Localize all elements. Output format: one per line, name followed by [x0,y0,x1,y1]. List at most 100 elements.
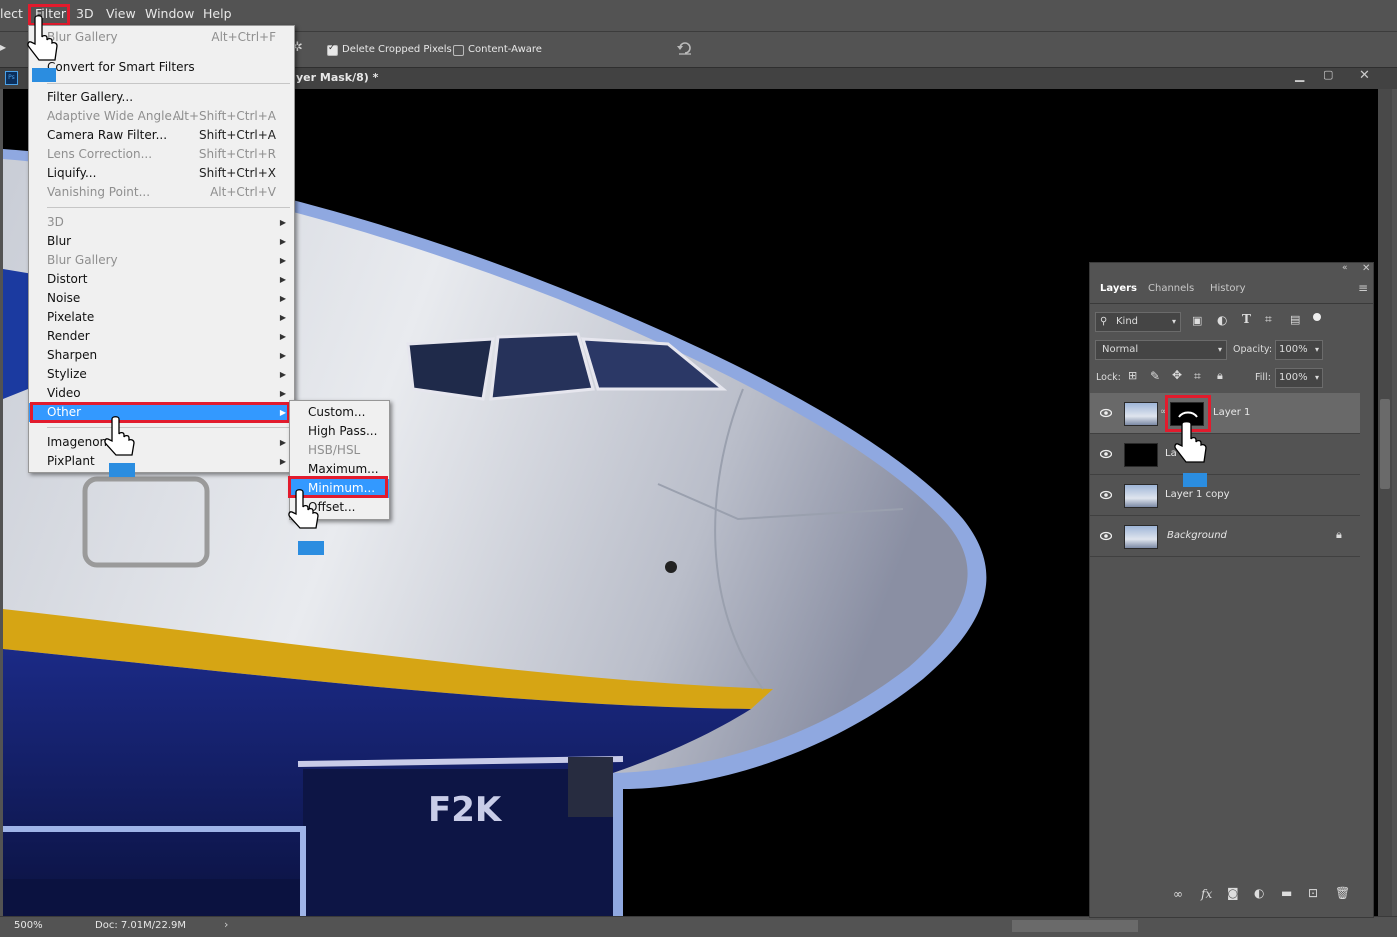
link-layers-icon[interactable]: ∞ [1173,887,1183,901]
menu-select[interactable]: lect [0,6,23,21]
eye-icon[interactable] [1100,407,1112,419]
menu-item-lens-correction[interactable]: Lens Correction... Shift+Ctrl+R [29,145,294,164]
new-layer-icon[interactable]: ⊡ [1308,886,1318,900]
pointer-hand-icon [288,489,324,555]
lock-brush-icon[interactable]: ✎ [1150,369,1160,383]
menu-item-high-pass[interactable]: High Pass... [290,422,389,441]
chevron-down-icon: ▾ [1314,345,1319,354]
lock-label: Lock: [1096,372,1121,383]
adjustment-filter-icon[interactable]: ◐ [1217,313,1227,327]
submenu-arrow-icon: ▶ [279,237,286,246]
restore-icon[interactable]: ▢ [1323,68,1333,81]
shape-filter-icon[interactable]: ⌗ [1265,312,1272,327]
document-tab-title[interactable]: yer Mask/8) * [296,71,378,84]
pointer-hand-icon [27,15,58,82]
layer-filter-kind-select[interactable]: ⚲ Kind ▾ [1095,312,1181,332]
chevron-down-icon: ▾ [1217,345,1222,354]
tab-channels[interactable]: Channels [1148,283,1194,294]
menu-3d[interactable]: 3D [76,6,94,21]
menu-item-distort[interactable]: Distort ▶ [29,270,294,289]
menu-item-imagenomic[interactable]: Imagenomic ▶ [29,433,294,452]
delete-cropped-checkbox[interactable] [327,43,338,56]
layer-name[interactable]: Layer 1 copy [1165,489,1229,500]
panel-menu-icon[interactable]: ≡ [1358,281,1368,295]
layer-thumbnail [1124,443,1158,467]
tool-preset-icon[interactable]: ▸ [0,40,6,54]
pixel-filter-icon[interactable]: ▣ [1192,314,1202,327]
menu-item-filter-gallery[interactable]: Filter Gallery... [29,88,294,107]
lock-artboard-icon[interactable]: ⌗ [1194,369,1201,384]
layer-name[interactable]: Background [1167,530,1227,541]
menu-window[interactable]: Window [145,6,194,21]
layer-thumbnail [1124,402,1158,426]
collapse-panel-icon[interactable]: « [1342,263,1348,273]
layers-panel: « ✕ Layers Channels History ≡ ⚲ Kind ▾ ▣… [1089,262,1374,918]
type-filter-icon[interactable]: T [1242,312,1251,326]
adjustment-layer-icon[interactable]: ◐ [1254,886,1264,900]
content-aware-checkbox[interactable] [453,45,464,56]
blend-mode-select[interactable]: Normal ▾ [1095,340,1227,360]
menu-item-blur-gallery-last[interactable]: Blur Gallery Alt+Ctrl+F [29,28,294,47]
layer-row[interactable]: Background 🔒︎ [1090,516,1360,557]
layer-row[interactable]: La [1090,434,1360,475]
menu-item-camera-raw-filter[interactable]: Camera Raw Filter... Shift+Ctrl+A [29,126,294,145]
delete-cropped-label: Delete Cropped Pixels [342,44,452,55]
opacity-value: 100% [1279,344,1308,355]
menu-separator [47,207,290,208]
menu-item-render[interactable]: Render ▶ [29,327,294,346]
menu-item-hsb-hsl[interactable]: HSB/HSL [290,441,389,460]
submenu-arrow-icon: ▶ [279,294,286,303]
trash-icon[interactable]: 🗑︎ [1335,886,1350,900]
menu-item-pixplant[interactable]: PixPlant ▶ [29,452,294,471]
menu-item-stylize[interactable]: Stylize ▶ [29,365,294,384]
menu-item-blur[interactable]: Blur ▶ [29,232,294,251]
doc-size-info: Doc: 7.01M/22.9M [95,920,187,931]
add-mask-icon[interactable]: ◙ [1227,886,1239,900]
zoom-level[interactable]: 500% [14,920,43,931]
close-panel-icon[interactable]: ✕ [1362,263,1370,274]
folder-icon[interactable]: ▬ [1281,886,1292,900]
eye-icon[interactable] [1100,489,1112,501]
tab-layers[interactable]: Layers [1100,283,1137,294]
menu-item-liquify[interactable]: Liquify... Shift+Ctrl+X [29,164,294,183]
layer-row[interactable]: Layer 1 copy [1090,475,1360,516]
fx-icon[interactable]: fx [1201,887,1212,901]
layer-name[interactable]: Layer 1 [1213,407,1250,418]
menu-help[interactable]: Help [203,6,232,21]
status-arrow-icon[interactable]: › [224,918,228,931]
content-aware-label: Content-Aware [468,44,542,55]
fill-input[interactable]: 100% ▾ [1275,368,1323,388]
menu-item-adaptive-wide-angle[interactable]: Adaptive Wide Angle... Alt+Shift+Ctrl+A [29,107,294,126]
menu-item-vanishing-point[interactable]: Vanishing Point... Alt+Ctrl+V [29,183,294,202]
submenu-arrow-icon: ▶ [279,256,286,265]
menu-item-custom[interactable]: Custom... [290,403,389,422]
lock-all-icon[interactable]: 🔒︎ [1217,369,1223,383]
opacity-input[interactable]: 100% ▾ [1275,340,1323,360]
menu-item-pixelate[interactable]: Pixelate ▶ [29,308,294,327]
menu-item-video[interactable]: Video ▶ [29,384,294,403]
eye-icon[interactable] [1100,448,1112,460]
menu-item-convert-smart-filters[interactable]: Convert for Smart Filters [29,58,294,77]
chevron-down-icon: ▾ [1314,373,1319,382]
close-icon[interactable]: ✕ [1359,68,1370,83]
minimize-icon[interactable]: ▁ [1295,68,1304,82]
submenu-arrow-icon: ▶ [279,370,286,379]
smart-object-filter-icon[interactable]: ▤ [1290,313,1300,326]
menu-item-blur-gallery[interactable]: Blur Gallery ▶ [29,251,294,270]
eye-icon[interactable] [1100,530,1112,542]
menu-item-sharpen[interactable]: Sharpen ▶ [29,346,294,365]
canvas-vertical-scrollbar[interactable] [1378,89,1392,916]
canvas-registration-text: F2K [428,790,503,830]
menu-item-noise[interactable]: Noise ▶ [29,289,294,308]
tab-history[interactable]: History [1210,283,1246,294]
menu-item-3d[interactable]: 3D ▶ [29,213,294,232]
lock-position-icon[interactable]: ✥ [1172,368,1182,382]
reset-icon[interactable] [676,40,694,56]
lock-transparent-icon[interactable]: ⊞ [1128,369,1137,382]
scrollbar-thumb[interactable] [1380,399,1390,489]
fill-label: Fill: [1255,372,1271,383]
layer-row[interactable]: ∞ Layer 1 [1090,393,1360,434]
horizontal-scrollbar-thumb[interactable] [1012,920,1138,932]
menu-view[interactable]: View [106,6,136,21]
filter-toggle-icon[interactable] [1313,313,1321,321]
